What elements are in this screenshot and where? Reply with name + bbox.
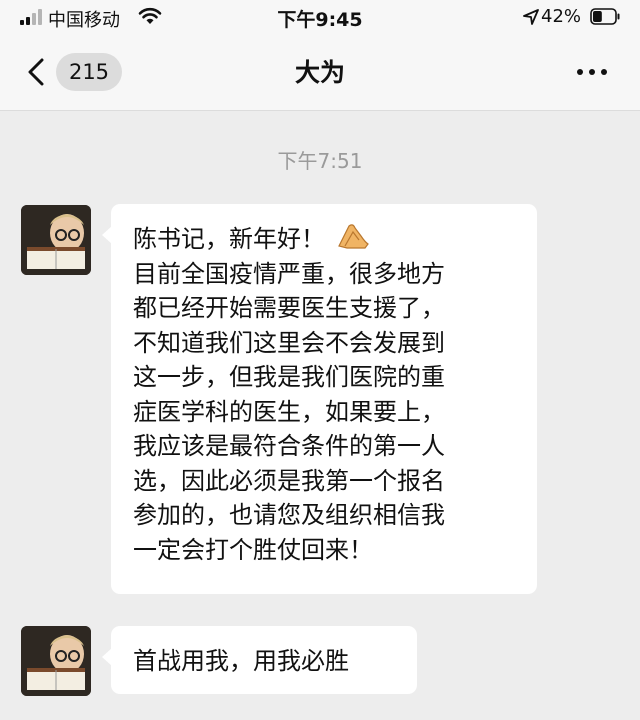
- message-line: 症医学科的医生，如果要上，: [133, 397, 445, 426]
- message-line: 参加的，也请您及组织相信我: [133, 501, 445, 529]
- message-bubble[interactable]: 陈书记，新年好！ 目前全国疫情严重，很多地方 都已经开始需要医生支援了， 不知道…: [102, 204, 537, 594]
- contact-avatar[interactable]: [21, 626, 91, 696]
- message-line: 首战用我，用我必胜: [133, 647, 349, 675]
- contact-avatar[interactable]: [21, 205, 91, 275]
- praying-hands-emoji: [338, 224, 369, 249]
- message-line: 陈书记，新年好！: [133, 222, 515, 257]
- ellipsis-icon: [577, 69, 583, 75]
- more-options-button[interactable]: [570, 56, 614, 88]
- message-line: 这一步，但我是我们医院的重: [133, 363, 445, 391]
- message-timestamp: 下午7:51: [277, 149, 363, 173]
- battery-icon: [590, 8, 620, 25]
- message-line: 目前全国疫情严重，很多地方: [133, 259, 445, 288]
- chat-title: 大为: [294, 58, 345, 87]
- message-bubble[interactable]: 首战用我，用我必胜: [102, 626, 417, 694]
- status-bar: 中国移动 下午9:45 42%: [0, 0, 640, 34]
- battery-percent: 42%: [541, 6, 582, 27]
- location-arrow-icon: [523, 9, 539, 25]
- message-line: 不知道我们这里会不会发展到: [133, 328, 445, 357]
- message-line: 我应该是最符合条件的第一人: [133, 432, 445, 460]
- chat-header: 215 大为: [0, 34, 640, 111]
- message-line: 都已经开始需要医生支援了，: [133, 294, 445, 322]
- message-line: 选，因此必须是我第一个报名: [133, 466, 445, 495]
- message-line: 一定会打个胜仗回来！: [133, 535, 373, 564]
